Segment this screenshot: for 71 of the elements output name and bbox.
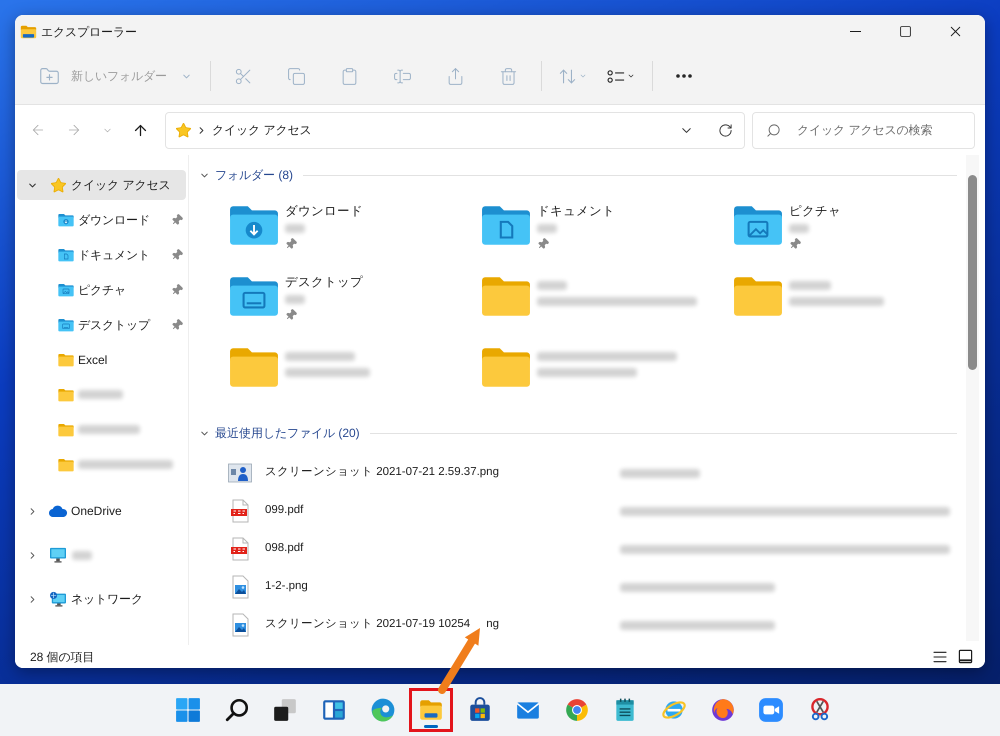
folder-icon (58, 458, 74, 472)
chevron-down-icon (627, 72, 635, 80)
search-icon (766, 122, 781, 138)
sidebar-item[interactable]: デスクトップ (17, 307, 186, 342)
blurred-text (285, 295, 305, 304)
sidebar-item[interactable]: ピクチャ (17, 272, 186, 307)
sidebar-item[interactable]: ダウンロード (17, 202, 186, 237)
sidebar-item[interactable]: Excel (17, 342, 186, 377)
task-view-icon (272, 697, 298, 723)
folder-tile[interactable]: デスクトップ (229, 269, 363, 321)
flame-globe-icon (710, 697, 736, 723)
sidebar-item[interactable]: OneDrive (17, 496, 186, 526)
blurred-text (537, 224, 557, 233)
refresh-icon (718, 122, 732, 138)
pdf-file-icon (230, 499, 250, 523)
tiles-view-icon (958, 649, 972, 664)
swirl-circle-icon (370, 697, 396, 723)
folder-tile[interactable]: ドキュメント (481, 198, 615, 250)
search-field[interactable]: クイック アクセスの検索 (752, 112, 975, 148)
pointer-arrow (438, 628, 480, 694)
address-bar[interactable]: クイック アクセス (165, 112, 745, 148)
file-row[interactable]: 1-2-.png (229, 568, 775, 606)
folder-icon (229, 346, 279, 388)
document-folder-icon (481, 204, 531, 246)
file-row[interactable]: スクリーンショット 2021-07-21 2.59.37.png (229, 454, 700, 492)
desktop-folder-icon (58, 318, 74, 332)
pdf-file-icon (230, 537, 250, 561)
tricolor-circle-icon (564, 697, 590, 723)
folder-icon (58, 352, 74, 366)
folder-icon (481, 275, 531, 317)
document-folder-icon (58, 248, 74, 262)
section-header[interactable]: フォルダー (8) (199, 166, 293, 184)
monitor-icon (49, 547, 67, 563)
sidebar-item[interactable]: ネットワーク (17, 584, 186, 614)
blurred-text (285, 224, 305, 233)
picture-folder-icon (733, 204, 783, 246)
sidebar-item[interactable]: クイック アクセス (17, 170, 186, 200)
star-icon (50, 176, 66, 194)
download-folder-icon (229, 204, 279, 246)
picture-folder-icon (58, 282, 74, 296)
folder-icon (58, 422, 74, 436)
image-file-icon (230, 613, 250, 637)
image-thumbnail-icon (228, 463, 252, 483)
section-header[interactable]: 最近使用したファイル (20) (199, 424, 360, 442)
breadcrumb-item[interactable]: クイック アクセス (212, 121, 312, 139)
folder-tile[interactable]: ダウンロード (229, 198, 363, 250)
start-icon (175, 697, 202, 723)
image-file-icon (230, 575, 250, 599)
file-row[interactable]: 099.pdf (229, 492, 950, 530)
folder-icon (58, 388, 74, 402)
item-count: 28 個の項目 (30, 648, 95, 666)
file-row[interactable]: 098.pdf (229, 530, 950, 568)
chevron-down-icon (578, 72, 586, 80)
star-icon (175, 122, 192, 138)
blurred-text (789, 224, 809, 233)
scrollbar-thumb[interactable] (968, 175, 977, 370)
cloud-icon (48, 505, 68, 517)
search-icon (224, 697, 250, 723)
file-row[interactable]: スクリーンショット 2021-07-19 10254 ng (229, 606, 775, 644)
desktop-folder-icon (229, 275, 279, 317)
folder-icon (481, 346, 531, 388)
folder-icon (733, 275, 783, 317)
folder-icon (20, 24, 37, 38)
folder-tile[interactable]: ピクチャ (733, 198, 841, 250)
window-title: エクスプローラー (41, 24, 137, 40)
download-folder-icon (58, 212, 74, 226)
minimize-icon (850, 31, 860, 32)
video-camera-icon (758, 697, 784, 723)
sidebar-item[interactable]: ドキュメント (17, 237, 186, 272)
network-monitor-icon (49, 591, 67, 607)
maximize-icon (898, 25, 912, 38)
